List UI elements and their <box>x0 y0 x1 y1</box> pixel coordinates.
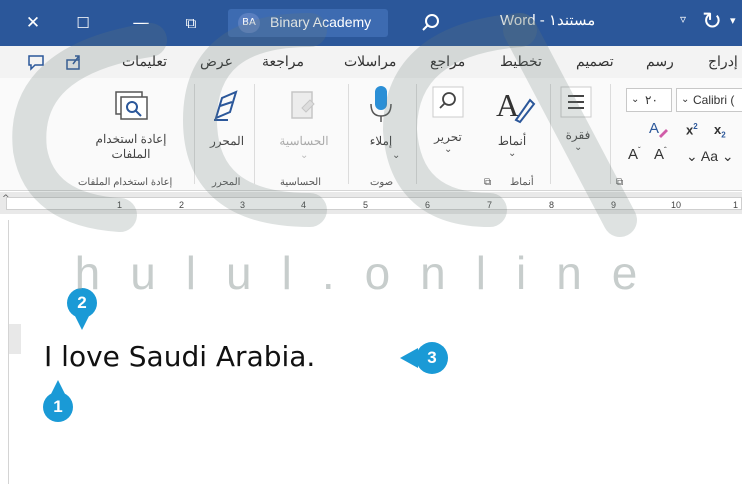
search-icon[interactable] <box>418 10 444 36</box>
styles-icon[interactable]: A <box>494 86 536 130</box>
title-bar: ✕ ☐ — ⧉ BA Binary Academy Word - مستند١ … <box>0 0 742 46</box>
ruler-number: 1 <box>117 200 123 210</box>
maximize-button[interactable]: ☐ <box>68 8 98 38</box>
ruler-number: 5 <box>363 200 369 210</box>
editor-button[interactable]: المحرر <box>202 134 252 148</box>
group-divider <box>550 84 551 184</box>
font-name-select[interactable]: ⌄ Calibri ( <box>676 88 742 112</box>
styles-group-label: أنماط <box>510 177 534 188</box>
paragraph-dropdown-icon[interactable]: ⌄ <box>574 142 582 153</box>
callout-number: 1 <box>53 397 63 416</box>
ruler-number: 7 <box>487 200 493 210</box>
share-icon[interactable] <box>64 52 84 72</box>
undo-dropdown-icon[interactable]: ▾ <box>730 14 736 27</box>
ruler-number: 2 <box>179 200 185 210</box>
microphone-icon[interactable] <box>366 84 396 130</box>
avatar: BA <box>238 13 260 33</box>
callout-number: 3 <box>427 348 437 367</box>
editing-dropdown-icon[interactable]: ⌄ <box>444 144 452 155</box>
document-area[interactable]: I love Saudi Arabia. 2 1 3 <box>0 214 742 484</box>
callout-marker-2: 2 <box>62 286 102 334</box>
tab-view[interactable]: عرض <box>200 53 233 70</box>
tab-draw[interactable]: رسم <box>646 53 674 70</box>
callout-number: 2 <box>77 293 87 312</box>
superscript-icon[interactable]: x2 <box>686 122 698 137</box>
undo-icon[interactable]: ↻ <box>702 7 722 35</box>
reuse-files-icon[interactable] <box>112 88 152 128</box>
tab-insert[interactable]: إدراج <box>708 53 738 70</box>
ribbon-tabs: إدراج رسم تصميم تخطيط مراجع مراسلات مراج… <box>0 46 742 78</box>
styles-button[interactable]: أنماط <box>490 134 534 148</box>
reuse-files-group-label: إعادة استخدام الملفات <box>78 177 173 188</box>
account-button[interactable]: BA Binary Academy <box>228 9 388 37</box>
font-size-select[interactable]: ⌄ ٢٠ <box>626 88 672 112</box>
chevron-down-icon: ⌄ <box>631 94 640 105</box>
window-title: Word - مستند١ <box>500 12 596 29</box>
callout-marker-1: 1 <box>38 376 78 424</box>
tab-mailings[interactable]: مراسلات <box>344 53 396 70</box>
account-name: Binary Academy <box>270 14 372 30</box>
clear-formatting-icon[interactable]: A <box>648 118 668 142</box>
styles-dropdown-icon[interactable]: ⌄ <box>508 148 516 159</box>
restore-button[interactable]: ⧉ <box>176 8 206 38</box>
chevron-down-icon: ⌄ <box>681 94 690 105</box>
shrink-font-button[interactable]: Aˇ <box>628 146 641 163</box>
sensitivity-group-label: الحساسية <box>280 177 322 188</box>
grow-font-button[interactable]: Aˆ <box>654 146 667 163</box>
ruler-number: 4 <box>301 200 307 210</box>
svg-text:A: A <box>649 120 659 137</box>
tab-layout[interactable]: تخطيط <box>500 53 542 70</box>
subscript-icon[interactable]: x2 <box>714 122 726 140</box>
group-divider <box>194 84 195 184</box>
editing-button[interactable]: تحرير <box>426 130 470 144</box>
sensitivity-dropdown-icon[interactable]: ⌄ <box>300 150 308 161</box>
document-text[interactable]: I love Saudi Arabia. <box>44 340 315 373</box>
group-divider <box>610 84 611 184</box>
vertical-ruler-margin <box>9 324 21 354</box>
ruler-number: 9 <box>611 200 617 210</box>
editor-group-label: المحرر <box>212 177 241 188</box>
horizontal-ruler[interactable]: 1 2 3 4 5 6 7 8 9 10 1 ^ <box>0 192 742 214</box>
sensitivity-icon[interactable] <box>286 88 322 128</box>
ruler-number: 3 <box>240 200 246 210</box>
ruler-number: 8 <box>549 200 555 210</box>
callout-marker-3: 3 <box>398 338 454 378</box>
dictate-dropdown-icon[interactable]: ⌄ <box>392 150 400 161</box>
close-button[interactable]: ✕ <box>18 8 48 38</box>
font-size-value: ٢٠ <box>645 93 658 107</box>
quick-access-dropdown-icon[interactable]: ▿ <box>680 12 686 26</box>
voice-group-label: صوت <box>370 177 394 188</box>
collapse-ribbon-icon[interactable]: ^ <box>2 194 10 204</box>
tab-design[interactable]: تصميم <box>576 53 614 70</box>
ruler-number: 1 <box>733 200 739 210</box>
sensitivity-button[interactable]: الحساسية <box>266 134 342 148</box>
comments-icon[interactable] <box>26 52 46 72</box>
search-icon[interactable] <box>432 86 464 122</box>
dictate-button[interactable]: إملاء <box>358 134 404 148</box>
ruler-strip: 1 2 3 4 5 6 7 8 9 10 1 <box>6 197 742 210</box>
group-divider <box>348 84 349 184</box>
group-divider <box>416 84 417 184</box>
tab-help[interactable]: تعليمات <box>122 53 167 70</box>
paragraph-button[interactable]: فقرة <box>556 128 600 142</box>
tab-review[interactable]: مراجعة <box>262 53 304 70</box>
reuse-files-button[interactable]: إعادة استخدام الملفات <box>76 132 186 162</box>
change-case-button[interactable]: ⌄ Aa ⌄ <box>686 148 734 165</box>
ruler-number: 6 <box>425 200 431 210</box>
font-launcher-icon[interactable]: ⧉ <box>616 177 623 188</box>
paragraph-icon[interactable] <box>560 86 592 122</box>
editor-icon[interactable] <box>208 88 246 128</box>
tab-references[interactable]: مراجع <box>430 53 465 70</box>
group-divider <box>254 84 255 184</box>
minimize-button[interactable]: — <box>126 8 156 38</box>
ruler-number: 10 <box>671 200 682 210</box>
font-name-value: Calibri ( <box>693 93 735 107</box>
styles-launcher-icon[interactable]: ⧉ <box>484 177 491 188</box>
svg-text:A: A <box>496 87 519 123</box>
